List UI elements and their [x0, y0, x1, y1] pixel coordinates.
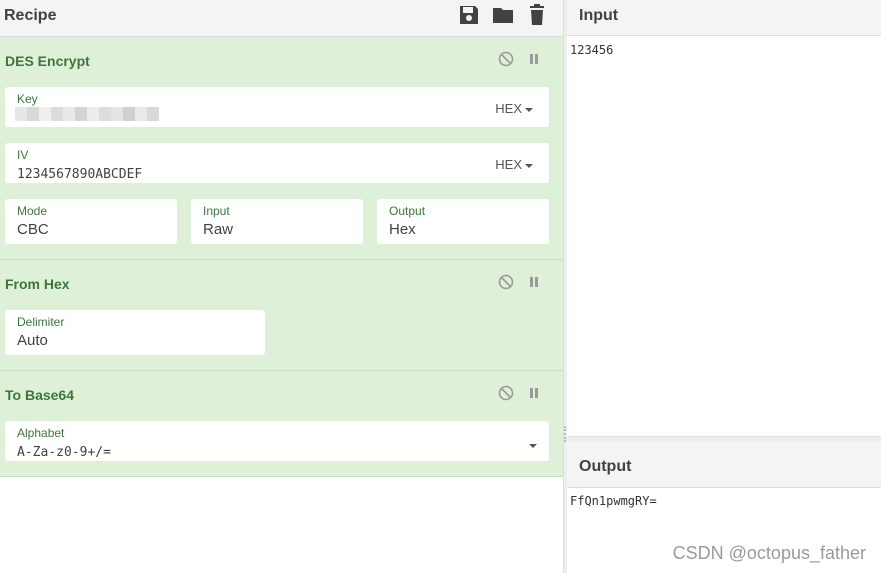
mode-value: CBC	[17, 221, 49, 238]
recipe-header: Recipe	[0, 0, 563, 37]
disable-icon[interactable]	[498, 51, 514, 67]
recipe-pane: Recipe DES Encrypt Key HEX IV 1234567890…	[0, 0, 563, 573]
iv-format-dropdown[interactable]: HEX	[495, 157, 533, 172]
recipe-toolbar	[457, 3, 549, 27]
operation-to-base64: To Base64 Alphabet A-Za-z0-9+/=	[0, 371, 563, 477]
operation-des-encrypt: DES Encrypt Key HEX IV 1234567890ABCDEF	[0, 37, 563, 260]
alphabet-value: A-Za-z0-9+/=	[17, 445, 111, 460]
pause-icon[interactable]	[526, 274, 542, 290]
cyberchef-app: Recipe DES Encrypt Key HEX IV 1234567890…	[0, 0, 881, 573]
input-header: Input	[567, 0, 881, 36]
delimiter-value: Auto	[17, 332, 48, 349]
key-format-label: HEX	[495, 101, 522, 116]
alphabet-dropdown[interactable]	[526, 437, 537, 452]
output-text[interactable]: FfQn1pwmgRY=	[570, 494, 657, 508]
caret-down-icon	[529, 443, 537, 448]
iv-format-label: HEX	[495, 157, 522, 172]
iv-field[interactable]: IV 1234567890ABCDEF HEX	[5, 143, 549, 183]
key-field[interactable]: Key HEX	[5, 87, 549, 127]
resize-handle[interactable]	[564, 426, 566, 442]
operation-title: DES Encrypt	[5, 53, 90, 69]
mode-field[interactable]: Mode CBC	[5, 199, 177, 244]
mode-label: Mode	[17, 204, 48, 218]
operation-from-hex: From Hex Delimiter Auto	[0, 260, 563, 371]
disable-icon[interactable]	[498, 385, 514, 401]
iv-value: 1234567890ABCDEF	[17, 167, 143, 182]
delimiter-label: Delimiter	[17, 315, 65, 329]
folder-icon[interactable]	[491, 3, 515, 27]
alphabet-field[interactable]: Alphabet A-Za-z0-9+/=	[5, 421, 549, 461]
disable-icon[interactable]	[498, 274, 514, 290]
recipe-title: Recipe	[4, 7, 57, 24]
input-pane: Input 123456	[567, 0, 881, 436]
input-textarea[interactable]: 123456	[570, 43, 613, 57]
input-format-value: Raw	[203, 221, 234, 238]
input-title: Input	[579, 7, 619, 24]
output-title: Output	[579, 458, 632, 475]
watermark: CSDN @octopus_father	[672, 543, 866, 563]
save-icon[interactable]	[457, 3, 481, 27]
output-format-value: Hex	[389, 221, 416, 238]
key-label: Key	[17, 92, 38, 106]
output-format-label: Output	[389, 204, 426, 218]
trash-icon[interactable]	[525, 3, 549, 27]
caret-down-icon	[525, 163, 533, 168]
alphabet-label: Alphabet	[17, 426, 65, 440]
redacted-key-mosaic	[15, 107, 159, 121]
iv-label: IV	[17, 148, 29, 162]
output-format-field[interactable]: Output Hex	[377, 199, 549, 244]
input-format-field[interactable]: Input Raw	[191, 199, 363, 244]
key-format-dropdown[interactable]: HEX	[495, 101, 533, 116]
input-format-label: Input	[203, 204, 230, 218]
operation-title: From Hex	[5, 276, 70, 292]
pause-icon[interactable]	[526, 51, 542, 67]
output-header: Output	[567, 441, 881, 488]
delimiter-field[interactable]: Delimiter Auto	[5, 310, 265, 355]
pause-icon[interactable]	[526, 385, 542, 401]
caret-down-icon	[525, 107, 533, 112]
operation-title: To Base64	[5, 387, 74, 403]
